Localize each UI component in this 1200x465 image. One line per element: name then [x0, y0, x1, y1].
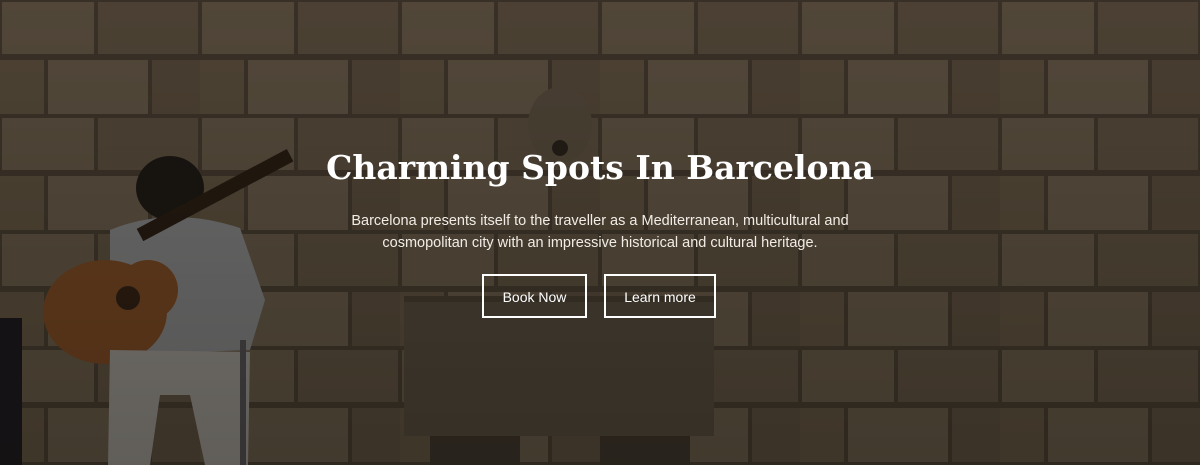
hero-subtitle-line-1: Barcelona presents itself to the travell… — [351, 213, 849, 229]
book-now-button[interactable]: Book Now — [482, 274, 587, 318]
learn-more-button[interactable]: Learn more — [604, 274, 716, 318]
hero-banner: Charming Spots In Barcelona Barcelona pr… — [0, 0, 1200, 465]
hero-subtitle-line-2: cosmopolitan city with an impressive his… — [382, 235, 818, 251]
hero-content: Charming Spots In Barcelona Barcelona pr… — [0, 0, 1200, 465]
hero-title: Charming Spots In Barcelona — [326, 148, 874, 187]
hero-actions: Book Now Learn more — [0, 274, 1200, 320]
hero-subtitle: Barcelona presents itself to the travell… — [330, 210, 870, 254]
